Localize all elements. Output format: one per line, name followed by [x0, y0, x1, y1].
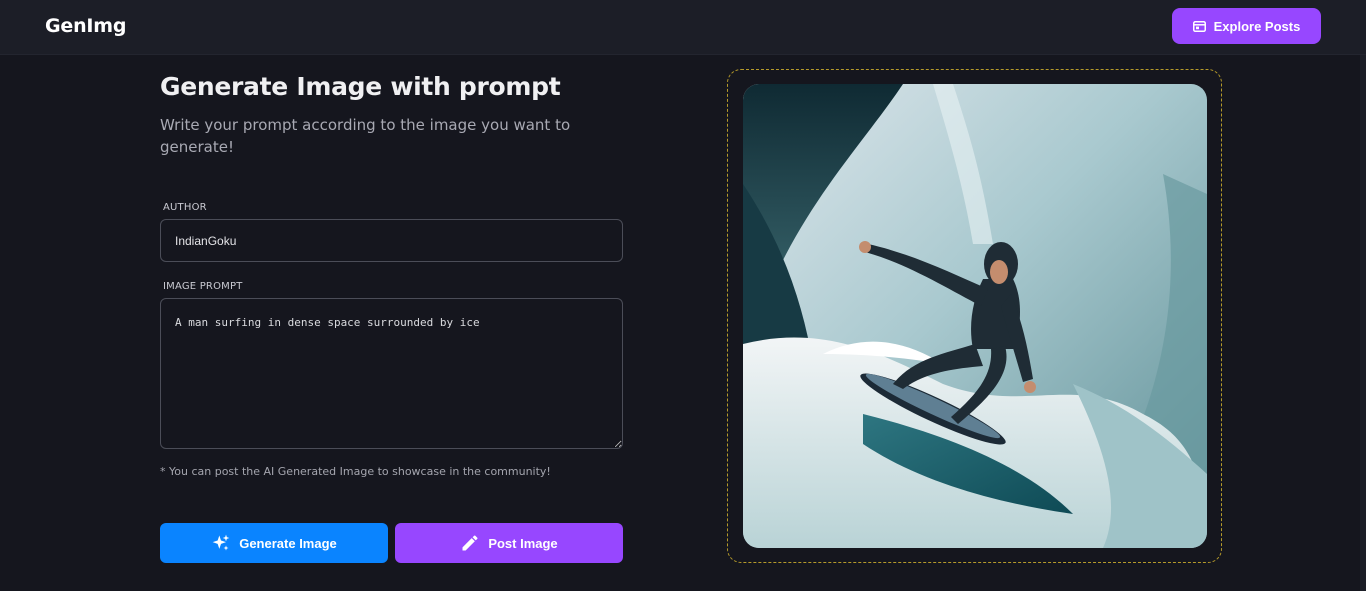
- app-logo[interactable]: GenImg: [45, 15, 126, 37]
- generated-image: [743, 84, 1207, 548]
- page-scrollbar[interactable]: [1360, 55, 1366, 591]
- author-input[interactable]: [160, 219, 623, 262]
- top-navbar: GenImg Explore Posts: [0, 0, 1366, 55]
- generate-image-label: Generate Image: [239, 535, 337, 551]
- sparkles-icon: [212, 534, 230, 551]
- gallery-icon: [1192, 20, 1206, 32]
- image-preview-frame: [727, 69, 1222, 563]
- pencil-icon: [462, 535, 478, 551]
- community-note: * You can post the AI Generated Image to…: [160, 465, 551, 478]
- generate-image-button[interactable]: Generate Image: [160, 523, 388, 563]
- image-prompt-label: IMAGE PROMPT: [163, 281, 243, 292]
- image-prompt-textarea[interactable]: A man surfing in dense space surrounded …: [160, 298, 623, 449]
- explore-posts-label: Explore Posts: [1213, 18, 1301, 34]
- page-subtitle: Write your prompt according to the image…: [160, 116, 571, 156]
- surfer-image-icon: [743, 84, 1207, 548]
- explore-posts-button[interactable]: Explore Posts: [1172, 8, 1321, 44]
- page-title: Generate Image with prompt: [160, 72, 561, 101]
- post-image-button[interactable]: Post Image: [395, 523, 623, 563]
- post-image-label: Post Image: [488, 535, 558, 551]
- author-label: AUTHOR: [163, 202, 207, 213]
